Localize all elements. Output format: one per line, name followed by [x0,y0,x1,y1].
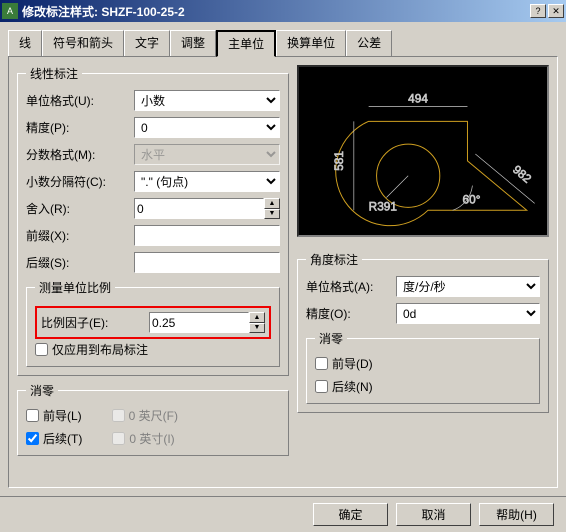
decimal-sep-label: 小数分隔符(C): [26,173,134,190]
angular-legend: 角度标注 [306,251,362,268]
leading-check[interactable]: 前导(L) [26,407,82,424]
factor-down[interactable]: ▼ [249,323,265,334]
fraction-select: 水平 [134,144,280,165]
help-button[interactable]: ? [530,4,546,18]
angular-group: 角度标注 单位格式(A):度/分/秒 精度(O):0d 消零 前导(D) 后续(… [297,251,549,413]
ang-format-select[interactable]: 度/分/秒 [396,276,540,297]
factor-up[interactable]: ▲ [249,312,265,323]
window-title: 修改标注样式: SHZF-100-25-2 [22,3,528,20]
scale-legend: 测量单位比例 [35,279,115,296]
tab-tolerance[interactable]: 公差 [346,30,392,56]
close-button[interactable]: ✕ [548,4,564,18]
round-label: 舍入(R): [26,200,134,217]
suffix-label: 后缀(S): [26,254,134,271]
linear-legend: 线性标注 [26,65,82,82]
help-button-bottom[interactable]: 帮助(H) [479,503,554,526]
tab-line[interactable]: 线 [8,30,42,56]
factor-input[interactable] [149,312,249,333]
inches-check: 0 英寸(I) [112,430,174,447]
svg-text:494: 494 [408,92,428,106]
prefix-label: 前缀(X): [26,227,134,244]
suffix-input[interactable] [134,252,280,273]
layout-only-check[interactable]: 仅应用到布局标注 [35,341,271,358]
suppress-left-legend: 消零 [26,382,58,399]
svg-text:60°: 60° [463,192,481,206]
prefix-input[interactable] [134,225,280,246]
round-down[interactable]: ▼ [264,209,280,220]
unit-format-label: 单位格式(U): [26,92,134,109]
feet-check: 0 英尺(F) [112,407,178,424]
preview-area: 494 581 982 60° R391 [297,65,549,237]
precision-select[interactable]: 0 [134,117,280,138]
trailing-check[interactable]: 后续(T) [26,430,82,447]
ang-format-label: 单位格式(A): [306,278,396,295]
fraction-label: 分数格式(M): [26,146,134,163]
app-icon: A [2,3,18,19]
ok-button[interactable]: 确定 [313,503,388,526]
suppress-left-group: 消零 前导(L) 0 英尺(F) 后续(T) 0 英寸(I) [17,382,289,456]
tab-adjust[interactable]: 调整 [170,30,216,56]
round-up[interactable]: ▲ [264,198,280,209]
tab-alt-units[interactable]: 换算单位 [276,30,346,56]
suppress-right-group: 消零 前导(D) 后续(N) [306,330,540,404]
tab-primary-units[interactable]: 主单位 [216,30,276,57]
cancel-button[interactable]: 取消 [396,503,471,526]
ang-precision-select[interactable]: 0d [396,303,540,324]
svg-text:982: 982 [510,162,534,185]
tab-strip: 线 符号和箭头 文字 调整 主单位 换算单位 公差 [8,30,558,56]
factor-label: 比例因子(E): [41,314,149,331]
ang-leading-check[interactable]: 前导(D) [315,355,531,372]
tab-text[interactable]: 文字 [124,30,170,56]
unit-format-select[interactable]: 小数 [134,90,280,111]
svg-text:R391: R391 [369,199,398,213]
precision-label: 精度(P): [26,119,134,136]
tab-symbols[interactable]: 符号和箭头 [42,30,124,56]
suppress-right-legend: 消零 [315,330,347,347]
scale-group: 测量单位比例 比例因子(E): ▲▼ 仅应用到布局标注 [26,279,280,367]
ang-trailing-check[interactable]: 后续(N) [315,378,531,395]
round-input[interactable] [134,198,264,219]
decimal-sep-select[interactable]: "." (句点) [134,171,280,192]
svg-text:581: 581 [332,151,346,171]
ang-precision-label: 精度(O): [306,305,396,322]
linear-group: 线性标注 单位格式(U):小数 精度(P):0 分数格式(M):水平 小数分隔符… [17,65,289,376]
